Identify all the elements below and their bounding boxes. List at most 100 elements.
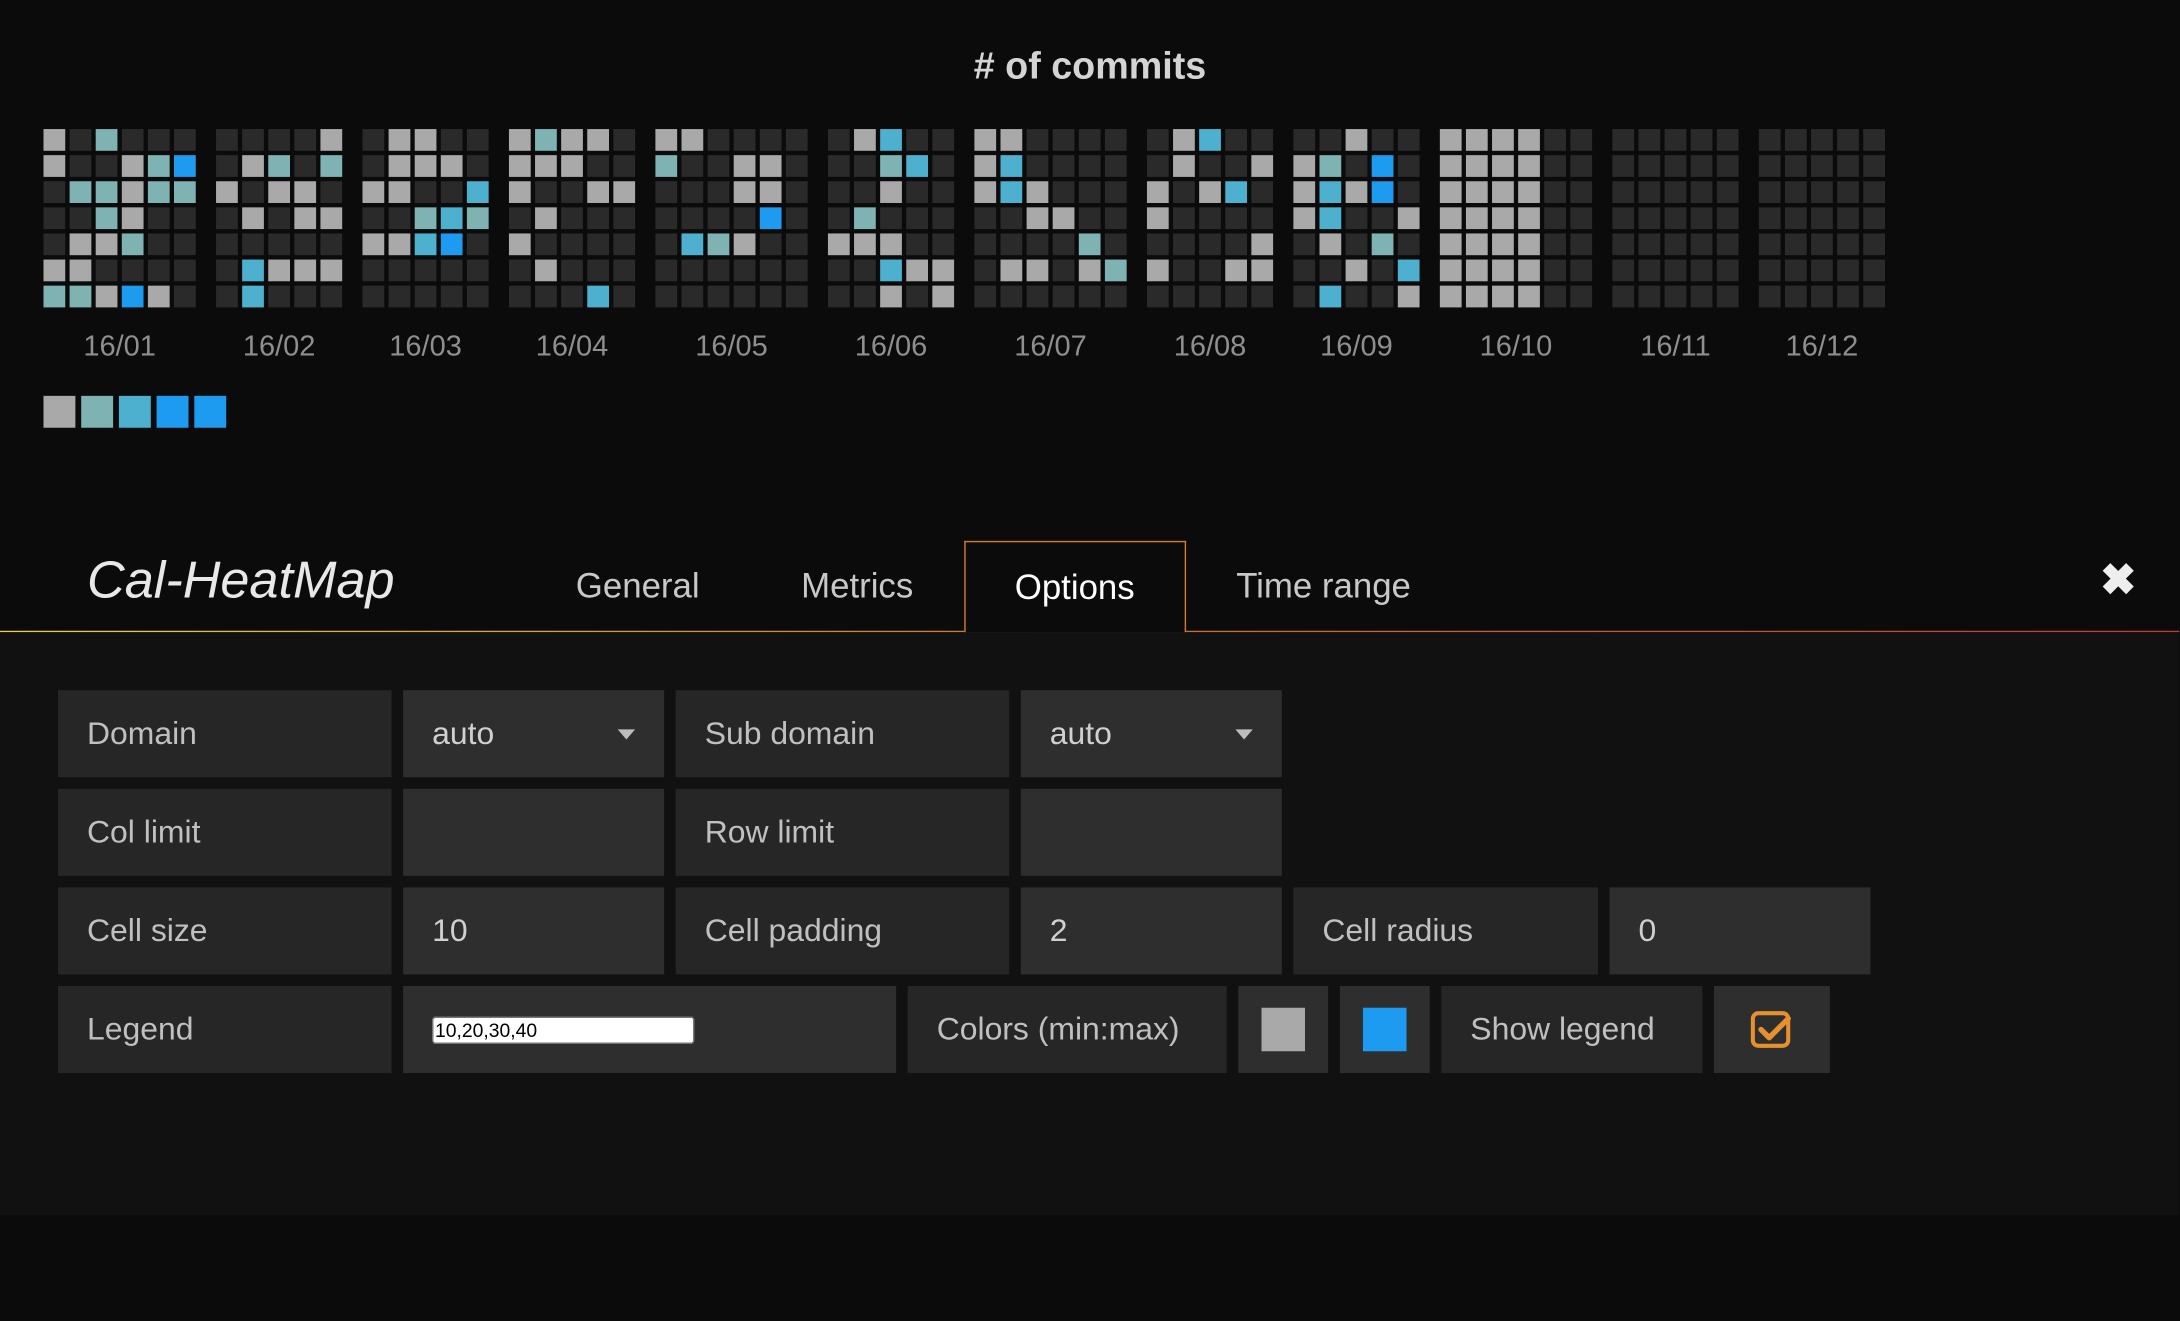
heatmap-cell[interactable] bbox=[96, 155, 118, 177]
heatmap-cell[interactable] bbox=[1372, 207, 1394, 229]
heatmap-cell[interactable] bbox=[1759, 286, 1781, 308]
heatmap-cell[interactable] bbox=[242, 233, 264, 255]
heatmap-cell[interactable] bbox=[535, 207, 557, 229]
heatmap-cell[interactable] bbox=[294, 233, 316, 255]
heatmap-cell[interactable] bbox=[932, 260, 954, 282]
heatmap-cell[interactable] bbox=[1665, 207, 1687, 229]
heatmap-cell[interactable] bbox=[1398, 207, 1420, 229]
heatmap-cell[interactable] bbox=[44, 286, 66, 308]
heatmap-cell[interactable] bbox=[786, 286, 808, 308]
heatmap-cell[interactable] bbox=[786, 260, 808, 282]
heatmap-cell[interactable] bbox=[1570, 233, 1592, 255]
heatmap-cell[interactable] bbox=[1251, 155, 1273, 177]
heatmap-cell[interactable] bbox=[760, 286, 782, 308]
heatmap-cell[interactable] bbox=[148, 260, 170, 282]
heatmap-cell[interactable] bbox=[467, 286, 489, 308]
domain-select[interactable]: auto bbox=[403, 690, 664, 777]
heatmap-cell[interactable] bbox=[561, 181, 583, 203]
heatmap-cell[interactable] bbox=[1372, 181, 1394, 203]
heatmap-cell[interactable] bbox=[96, 260, 118, 282]
heatmap-cell[interactable] bbox=[1570, 260, 1592, 282]
heatmap-cell[interactable] bbox=[268, 233, 290, 255]
heatmap-cell[interactable] bbox=[1518, 286, 1540, 308]
heatmap-cell[interactable] bbox=[1372, 286, 1394, 308]
heatmap-cell[interactable] bbox=[122, 260, 144, 282]
heatmap-cell[interactable] bbox=[734, 181, 756, 203]
heatmap-cell[interactable] bbox=[1665, 155, 1687, 177]
heatmap-cell[interactable] bbox=[148, 233, 170, 255]
heatmap-cell[interactable] bbox=[1440, 260, 1462, 282]
heatmap-cell[interactable] bbox=[1027, 155, 1049, 177]
heatmap-cell[interactable] bbox=[734, 286, 756, 308]
heatmap-cell[interactable] bbox=[1251, 260, 1273, 282]
heatmap-cell[interactable] bbox=[880, 260, 902, 282]
heatmap-cell[interactable] bbox=[1544, 181, 1566, 203]
heatmap-cell[interactable] bbox=[974, 207, 996, 229]
heatmap-cell[interactable] bbox=[1398, 129, 1420, 151]
heatmap-cell[interactable] bbox=[1544, 207, 1566, 229]
heatmap-cell[interactable] bbox=[1665, 233, 1687, 255]
heatmap-cell[interactable] bbox=[587, 260, 609, 282]
heatmap-cell[interactable] bbox=[122, 233, 144, 255]
heatmap-cell[interactable] bbox=[441, 181, 463, 203]
heatmap-cell[interactable] bbox=[1544, 129, 1566, 151]
heatmap-cell[interactable] bbox=[932, 129, 954, 151]
heatmap-cell[interactable] bbox=[760, 260, 782, 282]
heatmap-cell[interactable] bbox=[655, 286, 677, 308]
heatmap-cell[interactable] bbox=[1346, 155, 1368, 177]
heatmap-cell[interactable] bbox=[174, 260, 196, 282]
heatmap-cell[interactable] bbox=[906, 181, 928, 203]
heatmap-cell[interactable] bbox=[1293, 260, 1315, 282]
heatmap-cell[interactable] bbox=[1811, 181, 1833, 203]
heatmap-cell[interactable] bbox=[655, 155, 677, 177]
heatmap-cell[interactable] bbox=[1320, 286, 1342, 308]
heatmap-cell[interactable] bbox=[1717, 233, 1739, 255]
heatmap-cell[interactable] bbox=[1544, 155, 1566, 177]
heatmap-cell[interactable] bbox=[880, 207, 902, 229]
heatmap-cell[interactable] bbox=[1027, 260, 1049, 282]
heatmap-cell[interactable] bbox=[1105, 155, 1127, 177]
heatmap-cell[interactable] bbox=[363, 233, 385, 255]
heatmap-cell[interactable] bbox=[1544, 260, 1566, 282]
heatmap-cell[interactable] bbox=[854, 207, 876, 229]
heatmap-cell[interactable] bbox=[1173, 129, 1195, 151]
heatmap-cell[interactable] bbox=[1518, 260, 1540, 282]
heatmap-cell[interactable] bbox=[854, 155, 876, 177]
heatmap-cell[interactable] bbox=[1251, 181, 1273, 203]
heatmap-cell[interactable] bbox=[268, 286, 290, 308]
heatmap-cell[interactable] bbox=[1440, 181, 1462, 203]
heatmap-cell[interactable] bbox=[389, 233, 411, 255]
heatmap-cell[interactable] bbox=[1320, 129, 1342, 151]
heatmap-cell[interactable] bbox=[655, 207, 677, 229]
heatmap-cell[interactable] bbox=[828, 181, 850, 203]
heatmap-cell[interactable] bbox=[561, 233, 583, 255]
heatmap-cell[interactable] bbox=[854, 233, 876, 255]
heatmap-cell[interactable] bbox=[1691, 260, 1713, 282]
heatmap-cell[interactable] bbox=[509, 129, 531, 151]
heatmap-cell[interactable] bbox=[1147, 260, 1169, 282]
heatmap-cell[interactable] bbox=[1492, 181, 1514, 203]
heatmap-cell[interactable] bbox=[1346, 233, 1368, 255]
heatmap-cell[interactable] bbox=[216, 155, 238, 177]
heatmap-cell[interactable] bbox=[1105, 207, 1127, 229]
heatmap-cell[interactable] bbox=[1466, 286, 1488, 308]
show-legend-checkbox[interactable] bbox=[1714, 986, 1830, 1073]
heatmap-cell[interactable] bbox=[1570, 129, 1592, 151]
heatmap-cell[interactable] bbox=[535, 260, 557, 282]
heatmap-cell[interactable] bbox=[1691, 233, 1713, 255]
heatmap-cell[interactable] bbox=[1518, 207, 1540, 229]
heatmap-cell[interactable] bbox=[1665, 286, 1687, 308]
heatmap-cell[interactable] bbox=[682, 233, 704, 255]
heatmap-cell[interactable] bbox=[441, 286, 463, 308]
heatmap-cell[interactable] bbox=[1053, 155, 1075, 177]
heatmap-cell[interactable] bbox=[1717, 260, 1739, 282]
heatmap-cell[interactable] bbox=[1440, 233, 1462, 255]
heatmap-cell[interactable] bbox=[786, 233, 808, 255]
heatmap-cell[interactable] bbox=[1105, 260, 1127, 282]
heatmap-cell[interactable] bbox=[1398, 181, 1420, 203]
color-min-picker[interactable] bbox=[1238, 986, 1328, 1073]
heatmap-cell[interactable] bbox=[1027, 129, 1049, 151]
heatmap-cell[interactable] bbox=[441, 260, 463, 282]
heatmap-cell[interactable] bbox=[535, 233, 557, 255]
heatmap-cell[interactable] bbox=[441, 155, 463, 177]
